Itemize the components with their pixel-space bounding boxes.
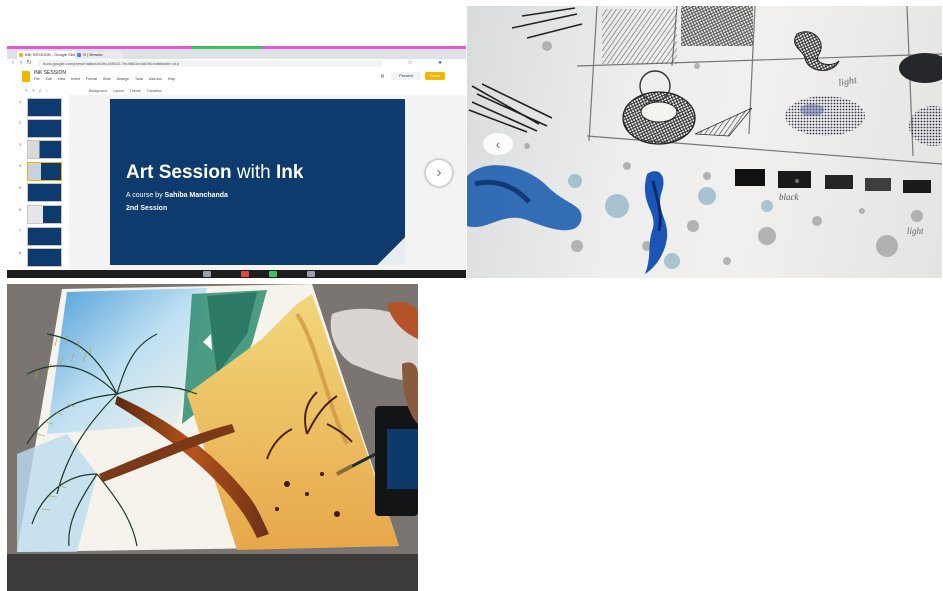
toolbar-background[interactable]: Background <box>89 89 108 93</box>
slide-title: Art Session with Ink <box>126 162 304 183</box>
ink-blob <box>899 53 942 83</box>
print-icon[interactable]: ⎙ <box>39 89 42 93</box>
browser-tab-slides[interactable]: INK SESSION - Google Slides <box>17 51 81 59</box>
menu-slide[interactable]: Slide <box>103 77 111 81</box>
menu-format[interactable]: Format <box>86 77 97 81</box>
mic-icon[interactable] <box>203 271 211 277</box>
slide-canvas: Art Session with Ink A course by Sahiba … <box>69 95 466 278</box>
menu-addons[interactable]: Add-ons <box>149 77 162 81</box>
menu-insert[interactable]: Insert <box>71 77 80 81</box>
slides-header: INK SESSION File Edit View Insert Format… <box>7 68 466 87</box>
slide-subtitle: A course by Sahiba Manchanda <box>126 192 228 199</box>
palm-painting-illustration <box>7 284 418 591</box>
hatch-swatch <box>602 9 677 64</box>
slides-favicon-icon <box>19 53 23 57</box>
next-slide-arrow-icon[interactable]: › <box>425 159 453 187</box>
browser-tab-browse[interactable]: G | Browse <box>75 51 123 59</box>
google-slides-logo-icon <box>22 71 30 82</box>
meeting-controls-bar <box>7 270 466 278</box>
slide-thumbnail[interactable] <box>27 248 62 267</box>
egg-highlight <box>800 104 824 116</box>
present-button[interactable]: Present <box>391 72 421 80</box>
ink-strokes <box>468 7 583 133</box>
slide-session-label: 2nd Session <box>126 205 168 212</box>
toolbar-theme[interactable]: Theme <box>130 89 141 93</box>
stop-share-icon[interactable] <box>241 271 249 277</box>
value-square <box>903 180 931 193</box>
comments-icon[interactable]: ▤ <box>379 72 386 80</box>
redo-icon[interactable]: ↷ <box>32 89 35 93</box>
hatched-leaf <box>694 107 753 137</box>
toolbar-transition[interactable]: Transition <box>147 89 162 93</box>
slide-thumbnail[interactable] <box>27 140 62 159</box>
menu-edit[interactable]: Edit <box>46 77 52 81</box>
menu-tools[interactable]: Tools <box>135 77 143 81</box>
share-screen-icon[interactable] <box>269 271 277 277</box>
blue-wash-splatters <box>568 174 773 269</box>
url-field[interactable]: docs.google.com/presentation/d/1bvJ4fEbD… <box>37 60 383 67</box>
page-curl-decoration <box>377 237 405 265</box>
star-icon[interactable]: ☆ <box>407 60 413 66</box>
label-light-top: light <box>838 75 858 89</box>
current-slide[interactable]: Art Session with Ink A course by Sahiba … <box>110 99 405 265</box>
menu-file[interactable]: File <box>34 77 40 81</box>
slide-thumbnail[interactable] <box>27 183 62 202</box>
menu-arrange[interactable]: Arrange <box>117 77 129 81</box>
doc-title[interactable]: INK SESSION <box>34 70 66 76</box>
value-square <box>778 171 811 188</box>
ink-practice-panel: light black light ‹ <box>467 6 942 278</box>
toolbar-layout[interactable]: Layout <box>113 89 124 93</box>
label-black: black <box>779 192 799 202</box>
slide-thumbnail[interactable] <box>27 205 62 224</box>
participants-icon[interactable] <box>307 271 315 277</box>
menu-view[interactable]: View <box>58 77 66 81</box>
watercolor-painting-panel <box>7 284 418 591</box>
slide-thumbnail-selected[interactable] <box>27 162 62 181</box>
menu-bar: File Edit View Insert Format Slide Arran… <box>34 77 180 81</box>
slide-thumbnail[interactable] <box>27 227 62 246</box>
undo-icon[interactable]: ↶ <box>25 89 28 93</box>
share-button[interactable]: Share <box>425 72 445 80</box>
ring-hole <box>640 101 678 123</box>
value-square <box>735 169 765 186</box>
slide-filmstrip: 1 2 3 4 5 6 7 8 <box>7 95 70 278</box>
slide-thumbnail[interactable] <box>27 119 62 138</box>
forward-icon[interactable]: › <box>18 60 24 66</box>
slide-thumbnail[interactable] <box>27 98 62 117</box>
browser-tab-strip: INK SESSION - Google Slides G | Browse <box>7 49 466 59</box>
stippled-sphere <box>909 106 942 146</box>
back-icon[interactable]: ‹ <box>10 60 16 66</box>
ink-sheet-illustration: light black light <box>467 6 942 274</box>
crosshatch-swatch <box>681 6 753 46</box>
zoom-icon[interactable]: ⌕ <box>46 89 48 93</box>
ink-splatters <box>524 41 923 265</box>
label-light-bottom: light <box>907 226 924 236</box>
curl-drawing <box>794 31 840 71</box>
menu-help[interactable]: Help <box>168 77 175 81</box>
browse-favicon-icon <box>77 53 81 57</box>
profile-icon[interactable]: ● <box>437 60 443 66</box>
screen-share-panel: INK SESSION - Google Slides G | Browse ‹… <box>7 46 466 278</box>
value-square <box>865 178 891 191</box>
chevron-left-icon[interactable]: ‹ <box>483 133 513 155</box>
value-square <box>825 175 853 189</box>
stippled-egg <box>785 96 865 136</box>
reload-icon[interactable]: ↻ <box>26 60 32 66</box>
blue-ink-figure <box>644 171 668 274</box>
